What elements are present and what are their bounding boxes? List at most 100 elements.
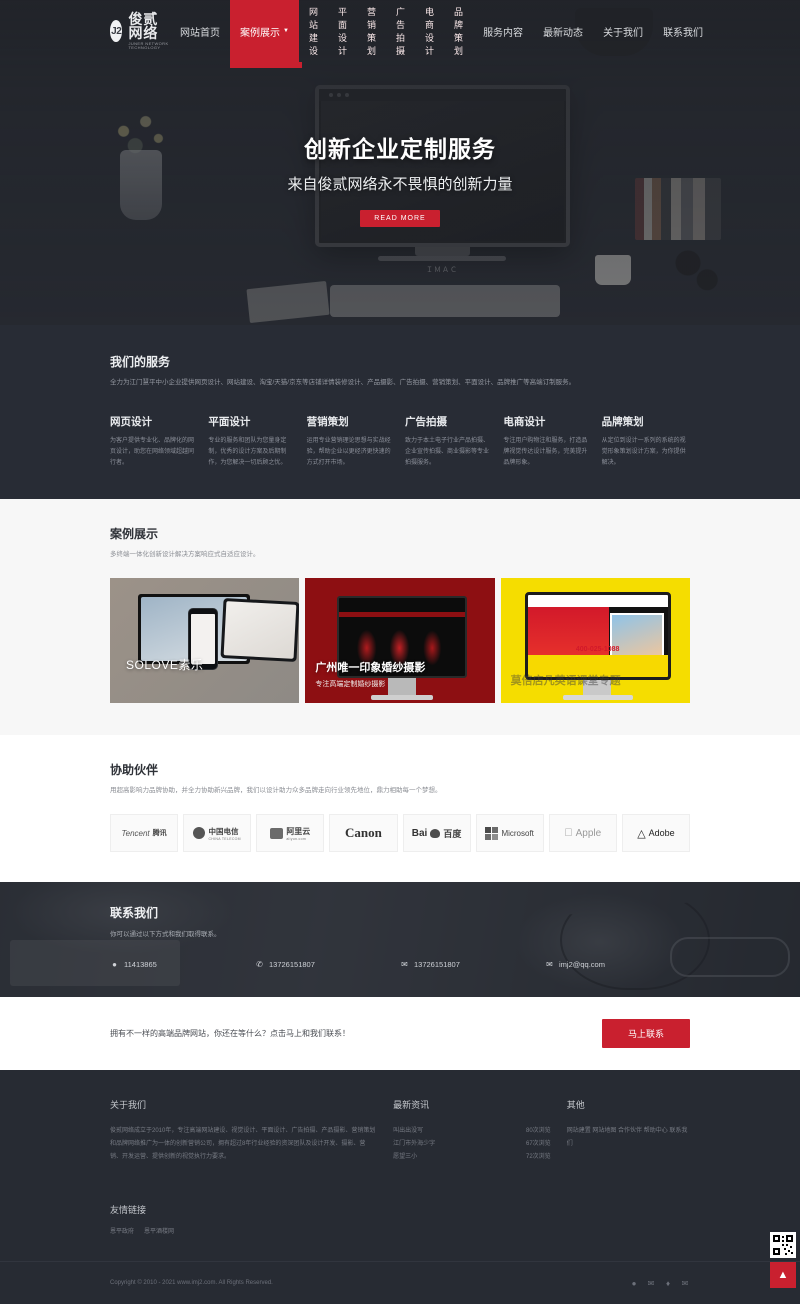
qrcode-widget[interactable] <box>770 1232 796 1259</box>
partners-heading: 协助伙伴 <box>110 763 159 778</box>
partner-name: Apple <box>571 827 602 839</box>
mail-icon[interactable]: ✉ <box>680 1278 690 1288</box>
service-card-brand-planning[interactable]: 品牌策划 从定位到设计一系列的系统的视觉形象策划设计方案，为你提供解决。 <box>602 414 690 469</box>
service-card-web-design[interactable]: 网页设计 为客户提供专业化、品牌化的网页设计，助您在网络领域超越同行者。 <box>110 414 198 469</box>
services-section: 我们的服务 全力为江门慧平中小企业提供网页设计、网站建设、淘宝/天猫/京东等店铺… <box>0 325 800 500</box>
footer-columns: 关于我们 俊贰网络成立于2010年，专注高端网站建设、视觉设计、平面设计、广告拍… <box>110 1098 690 1163</box>
nav-item-news[interactable]: 最新动态 <box>533 0 593 62</box>
partners-section: 协助伙伴 用超高影响力品牌协助，并全力协助新兴品牌，我们以设计助力众多品牌走向行… <box>0 735 800 883</box>
cta-contact-button[interactable]: 马上联系 <box>601 1019 690 1049</box>
nav-item-about[interactable]: 关于我们 <box>593 0 653 62</box>
case-card-wedding-photography[interactable]: 广州唯一印象婚纱摄影 专注高端定制婚纱摄影 <box>305 578 495 704</box>
footer-column-about: 关于我们 俊贰网络成立于2010年，专注高端网站建设、视觉设计、平面设计、广告拍… <box>110 1098 377 1163</box>
partner-logo-microsoft[interactable]: Microsoft <box>475 814 544 853</box>
logo-name-en: JUNER NETWORK TECHNOLOGY <box>128 41 169 50</box>
main-navigation: 网站首页 案例展示 ▼ 网站建设 平面设计 营销策划 广告拍摄 电商设计 品牌策… <box>170 0 713 68</box>
case-subtitle: 专注高端定制婚纱摄影 <box>315 681 386 689</box>
footer-news-item[interactable]: 叫出出没写 80次浏览 <box>393 1125 551 1138</box>
nav-item-contact[interactable]: 联系我们 <box>653 0 713 62</box>
site-logo[interactable]: J2 俊贰网络 JUNER NETWORK TECHNOLOGY <box>110 12 170 50</box>
partner-logo-tencent[interactable]: Tencent 腾讯 <box>110 814 179 853</box>
footer-copyright-bar: Copyright © 2010 - 2021 www.imj2.com. Al… <box>0 1261 800 1304</box>
footer-news-item[interactable]: 江门市外海少字 67次浏览 <box>393 1138 551 1151</box>
footer-other-links[interactable]: 网站建置 网站地图 合作伙伴 帮助中心 联系我们 <box>567 1125 690 1150</box>
service-desc: 为客户提供专业化、品牌化的网页设计，助您在网络领域超越同行者。 <box>110 438 195 467</box>
cases-dropdown-menu <box>230 62 303 68</box>
monitor-base-icon <box>371 695 434 701</box>
case-caption: 广州唯一印象婚纱摄影 专注高端定制婚纱摄影 <box>315 658 484 689</box>
weibo-icon[interactable]: ● <box>629 1278 639 1288</box>
footer-friend-heading: 友情链接 <box>110 1205 147 1216</box>
contact-item-email[interactable]: ✉ imj2@qq.com <box>545 960 690 969</box>
partner-name-cn: 阿里云 <box>286 826 311 836</box>
footer-friend-links: 友情链接 恩平政府 恩平酒楼网 <box>110 1203 690 1235</box>
case-card-moonfun-english[interactable]: 400-025-1088 莫倍店凡英语课堂专题 <box>500 578 690 704</box>
cases-grid: SOLOVE素乐 广州唯一印象婚纱摄影 专注高端定制婚纱摄影 400-025-1… <box>110 578 690 704</box>
wechat-icon[interactable]: ✉ <box>646 1278 656 1288</box>
dropdown-item-ad-shooting[interactable]: 广告拍摄 <box>386 0 415 62</box>
partner-logo-china-telecom[interactable]: 中国电信 CHINA TELECOM <box>183 814 252 853</box>
services-subheading: 全力为江门慧平中小企业提供网页设计、网站建设、淘宝/天猫/京东等店铺详情装修设计… <box>110 379 576 386</box>
case-title: 莫倍店凡英语课堂专题 <box>510 675 621 688</box>
partner-sub: CHINA TELECOM <box>208 836 241 841</box>
services-heading: 我们的服务 <box>110 355 171 369</box>
service-card-graphic-design[interactable]: 平面设计 专业的服务和团队为您量身定制，优秀的设计方案及后期制作，为您解决一切后… <box>208 414 296 469</box>
headphones-decoration <box>670 245 730 305</box>
hero-read-more-button[interactable]: READ MORE <box>360 210 440 227</box>
contact-item-phone[interactable]: ✆ 13726151807 <box>255 960 400 969</box>
site-header: J2 俊贰网络 JUNER NETWORK TECHNOLOGY 网站首页 案例… <box>0 0 800 68</box>
service-card-ecommerce-design[interactable]: 电商设计 专注用户购物注和服务，打造品牌视觉传达设计服务，完美提升品牌形象。 <box>503 414 591 469</box>
dropdown-item-ecommerce-design[interactable]: 电商设计 <box>415 0 444 62</box>
monitor-base-decoration: ＩＭＡＣ <box>378 256 506 274</box>
footer-news-item[interactable]: 愿望三小 72次浏览 <box>393 1151 551 1164</box>
contact-item-wechat[interactable]: ✉ 13726151807 <box>400 960 545 969</box>
partner-name: Bai <box>411 827 428 839</box>
service-card-marketing[interactable]: 营销策划 运用专业营销理论思想与实战经验，帮助企业以更经济更快速的方式打开市场。 <box>307 414 395 469</box>
dropdown-item-graphic-design[interactable]: 平面设计 <box>328 0 357 62</box>
partner-logo-baidu[interactable]: Bai 百度 <box>402 814 471 853</box>
microsoft-squares-icon <box>485 826 499 840</box>
nav-label: 最新动态 <box>543 27 584 39</box>
nav-item-cases[interactable]: 案例展示 ▼ <box>230 0 303 68</box>
contact-section: 联系我们 你可以通过以下方式和我们取得联系。 ● 11413865 ✆ 1372… <box>0 882 800 998</box>
qq-icon: ● <box>112 960 117 970</box>
service-desc: 运用专业营销理论思想与实战经验，帮助企业以更经济更快速的方式打开市场。 <box>306 438 391 467</box>
contact-item-qq[interactable]: ● 11413865 <box>110 960 255 969</box>
nav-item-home[interactable]: 网站首页 <box>170 0 230 62</box>
nav-label: 网站首页 <box>180 27 221 39</box>
contact-value: 11413865 <box>124 960 157 970</box>
partner-logo-aliyun[interactable]: 阿里云 aliyun.com <box>256 814 325 853</box>
phone-icon: ✆ <box>256 960 263 970</box>
mail-icon: ✉ <box>546 960 553 970</box>
partner-name: Microsoft <box>501 828 534 838</box>
partner-logos-grid: Tencent 腾讯 中国电信 CHINA TELECOM 阿里云 aliyun… <box>110 814 690 853</box>
service-title: 平面设计 <box>208 416 251 429</box>
rss-icon[interactable]: ♦ <box>663 1278 673 1288</box>
news-views: 80次浏览 <box>526 1128 551 1135</box>
dropdown-item-web-build[interactable]: 网站建设 <box>299 0 328 62</box>
cases-heading: 案例展示 <box>110 527 159 542</box>
china-telecom-icon <box>193 827 206 840</box>
nav-label: 案例展示 <box>240 27 281 39</box>
dropdown-item-marketing[interactable]: 营销策划 <box>357 0 386 62</box>
partner-name: Canon <box>345 825 382 841</box>
back-to-top-button[interactable]: ▲ <box>770 1262 796 1289</box>
dropdown-item-brand-planning[interactable]: 品牌策划 <box>444 0 473 62</box>
service-card-ad-shooting[interactable]: 广告拍摄 致力于本土电子行业产品拍摄、企业宣传拍摄、商业摄影等专业拍摄服务。 <box>405 414 493 469</box>
partner-logo-adobe[interactable]: △ Adobe <box>621 814 690 853</box>
partner-name: Tencent <box>121 828 150 838</box>
contact-value: 13726151807 <box>414 960 460 970</box>
partner-logo-canon[interactable]: Canon <box>329 814 398 853</box>
contact-value: 13726151807 <box>269 960 315 970</box>
logo-name-cn: 俊贰网络 <box>128 11 159 41</box>
nav-item-services[interactable]: 服务内容 <box>473 0 533 62</box>
site-footer: 关于我们 俊贰网络成立于2010年，专注高端网站建设、视觉设计、平面设计、广告拍… <box>0 1070 800 1304</box>
case-card-solove[interactable]: SOLOVE素乐 <box>110 578 300 704</box>
footer-news-heading: 最新资讯 <box>393 1100 430 1111</box>
tablet-mock-icon <box>220 598 300 663</box>
logo-mark-icon: J2 <box>110 20 123 42</box>
magazine-decoration <box>246 280 330 324</box>
partner-logo-apple[interactable]:  Apple <box>548 814 617 853</box>
case-caption: 莫倍店凡英语课堂专题 <box>511 671 680 689</box>
news-title: 叫出出没写 <box>393 1128 424 1135</box>
